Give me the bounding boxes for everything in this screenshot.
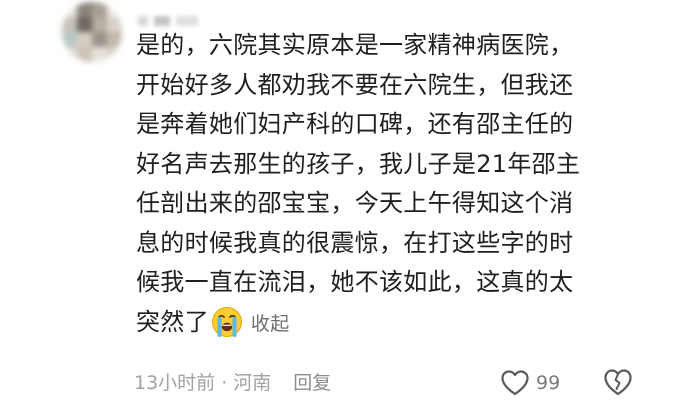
heart-icon — [501, 370, 529, 396]
loudly-crying-face-icon — [211, 306, 242, 337]
like-count: 99 — [536, 372, 561, 394]
comment-line: 息的时候我真的很震惊，在打这些字的时 — [136, 228, 574, 257]
comment-line: 开始好多人都劝我不要在六院生，但我还 — [136, 70, 574, 99]
time-location: 13小时前 · 河南 — [134, 372, 272, 394]
comment-line: 任剖出来的邵宝宝，今天上午得知这个消 — [136, 189, 574, 217]
comment-text: 是的，六院其实原本是一家精神病医院， 开始好多人都劝我不要在六院生，但我还 是奔… — [136, 26, 656, 344]
comment-line: 是奔着她们妇产科的口碑，还有邵主任的 — [136, 110, 574, 138]
comment-line: 好名声去那生的孩子，我儿子是21年邵主 — [136, 149, 581, 178]
collapse-button[interactable]: 收起 — [251, 313, 290, 335]
comment-line: 是的，六院其实原本是一家精神病医院， — [136, 31, 574, 59]
comment-meta: 13小时前 · 河南 回复 — [134, 368, 331, 395]
broken-heart-icon[interactable] — [603, 367, 633, 397]
comment-line: 突然了 — [136, 307, 209, 336]
comment-line: 候我一直在流泪，她不该如此，这真的太 — [136, 268, 574, 296]
reply-button[interactable]: 回复 — [293, 372, 331, 394]
comment-last-line: 突然了 收起 — [136, 303, 656, 345]
like-button[interactable]: 99 — [500, 366, 560, 400]
username-obscured — [138, 10, 222, 26]
avatar[interactable] — [62, 2, 122, 62]
